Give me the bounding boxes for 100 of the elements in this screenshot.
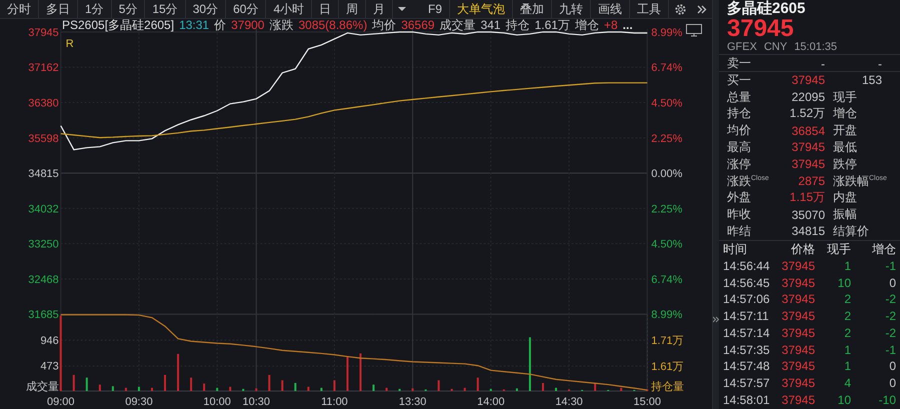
stat-value: 35070 bbox=[790, 208, 825, 222]
stat-label: 现手 bbox=[832, 88, 858, 106]
toolbar-tab[interactable]: 分时 bbox=[0, 0, 39, 18]
trade-time: 14:57:11 bbox=[723, 309, 770, 324]
holding-axis-label: 1.61万 bbox=[651, 361, 684, 374]
toolbar-tab[interactable]: 4小时 bbox=[266, 0, 312, 18]
stat-label: 外盘 bbox=[727, 189, 752, 206]
info-value: 37900 bbox=[231, 19, 264, 31]
info-value: +8 bbox=[604, 19, 618, 31]
info-label: 价 bbox=[214, 19, 226, 31]
trade-volume: 10 bbox=[836, 276, 851, 290]
stat-label: 持仓 bbox=[727, 105, 752, 122]
quote-meta: GFEX bbox=[727, 40, 757, 54]
stat-label: 总量 bbox=[727, 88, 752, 106]
toolbar-tab[interactable]: 30分 bbox=[186, 0, 226, 18]
stat-label: 增仓 bbox=[832, 105, 858, 122]
trade-time: 14:56:45 bbox=[723, 276, 771, 290]
trade-price: 37945 bbox=[780, 376, 815, 390]
toolbar-button[interactable]: 画线 bbox=[591, 0, 630, 18]
price-axis-label: 37945 bbox=[28, 26, 59, 39]
trade-change: -2 bbox=[884, 309, 896, 324]
trade-change: -10 bbox=[878, 392, 896, 407]
trade-price: 37945 bbox=[780, 258, 815, 273]
double-chevron-icon bbox=[697, 4, 707, 14]
stat-value: 36854 bbox=[790, 124, 825, 138]
book-quantity: 153 bbox=[860, 73, 883, 88]
stat-value: 2875 bbox=[797, 174, 825, 188]
holding-axis-title: 持仓量 bbox=[651, 381, 684, 394]
percent-axis-label: 6.74% bbox=[651, 274, 682, 286]
toolbar-button[interactable]: 九转 bbox=[552, 0, 591, 18]
trade-change: -2 bbox=[884, 326, 896, 340]
time-axis-label: 09:30 bbox=[125, 396, 153, 408]
collapse-handle-icon[interactable] bbox=[713, 316, 719, 323]
toolbar-button[interactable]: 叠加 bbox=[513, 0, 552, 18]
price-axis-label: 36380 bbox=[28, 98, 59, 110]
toolbar-tab[interactable]: 日 bbox=[312, 0, 340, 18]
info-value: 341 bbox=[480, 19, 501, 31]
trade-time: 14:57:57 bbox=[723, 376, 771, 390]
trade-volume: 2 bbox=[843, 309, 851, 324]
trade-volume: 10 bbox=[836, 392, 851, 407]
stat-label: 涨停 bbox=[727, 156, 752, 173]
price-axis-label: 33250 bbox=[28, 238, 59, 251]
trade-price: 37945 bbox=[780, 359, 815, 374]
toolbar-tab[interactable]: 60分 bbox=[226, 0, 266, 18]
book-price: 37945 bbox=[790, 73, 825, 88]
trade-volume: 1 bbox=[843, 359, 851, 374]
trade-price: 37945 bbox=[780, 276, 815, 290]
percent-axis-label: 8.99% bbox=[651, 26, 682, 39]
cursor-time: 13:31 bbox=[179, 19, 210, 31]
percent-axis-label: 2.25% bbox=[651, 132, 682, 145]
time-axis-label: 13:30 bbox=[398, 396, 426, 408]
trade-volume: 2 bbox=[843, 326, 851, 340]
time-axis-label: 10:30 bbox=[242, 396, 270, 408]
volume-axis-title: 成交量 bbox=[26, 381, 59, 394]
toolbar-button[interactable]: 工具 bbox=[630, 0, 669, 18]
volume-axis-label: 946 bbox=[40, 335, 59, 348]
stat-value: 22095 bbox=[790, 90, 825, 104]
trade-change: -1 bbox=[884, 258, 896, 273]
info-value: 36569 bbox=[401, 19, 435, 31]
stat-value: 1.15万 bbox=[788, 189, 825, 206]
book-quantity: - bbox=[877, 56, 883, 70]
trade-price: 37945 bbox=[780, 392, 815, 407]
trade-volume: 2 bbox=[843, 292, 851, 306]
time-axis-label: 09:00 bbox=[47, 396, 74, 408]
trade-price: 37945 bbox=[780, 326, 815, 340]
book-price: - bbox=[820, 56, 825, 70]
percent-axis-label: 8.99% bbox=[651, 309, 682, 322]
stat-value: 37945 bbox=[790, 140, 825, 154]
toolbar-button[interactable]: 大单气泡 bbox=[450, 0, 513, 18]
percent-axis-label: 0.00% bbox=[651, 168, 682, 180]
settings-icon bbox=[674, 2, 687, 16]
contract-code: PS2605[多晶硅2605] bbox=[62, 19, 174, 31]
percent-axis-label: 4.50% bbox=[651, 98, 682, 110]
stat-label: 振幅 bbox=[832, 206, 858, 224]
holding-axis-label: 1.71万 bbox=[651, 335, 684, 348]
toolbar-tab[interactable]: 多日 bbox=[39, 0, 78, 18]
toolbar-tab[interactable]: 1分 bbox=[78, 0, 112, 18]
toolbar-tab[interactable]: 5分 bbox=[112, 0, 146, 18]
stat-value: 1.52万 bbox=[788, 105, 825, 122]
price-axis-label: 37162 bbox=[28, 62, 59, 74]
toolbar-button[interactable]: F9 bbox=[420, 0, 450, 18]
stat-label: 昨收 bbox=[727, 206, 752, 224]
stat-label: 内盘 bbox=[832, 189, 858, 206]
trade-change: -2 bbox=[884, 292, 896, 306]
stat-label: 最低 bbox=[832, 138, 858, 156]
toolbar-tab[interactable]: 月 bbox=[366, 0, 394, 18]
time-axis-label: 15:00 bbox=[634, 396, 661, 408]
trade-change: 0 bbox=[888, 376, 896, 390]
trade-price: 37945 bbox=[780, 309, 815, 324]
price-axis-label: 34032 bbox=[28, 203, 59, 216]
percent-axis-label: 6.74% bbox=[651, 62, 682, 74]
trade-time: 14:57:48 bbox=[723, 359, 771, 374]
trade-price: 37945 bbox=[780, 342, 815, 357]
toolbar-tab[interactable]: 15分 bbox=[145, 0, 186, 18]
trade-time: 14:57:14 bbox=[723, 326, 771, 340]
stat-label: 昨结 bbox=[727, 222, 752, 240]
toolbar-tab[interactable]: 周 bbox=[339, 0, 366, 18]
column-header: 增仓 bbox=[871, 240, 896, 258]
trade-change: 0 bbox=[888, 276, 896, 290]
info-value: 3085(8.86%) bbox=[298, 19, 368, 31]
